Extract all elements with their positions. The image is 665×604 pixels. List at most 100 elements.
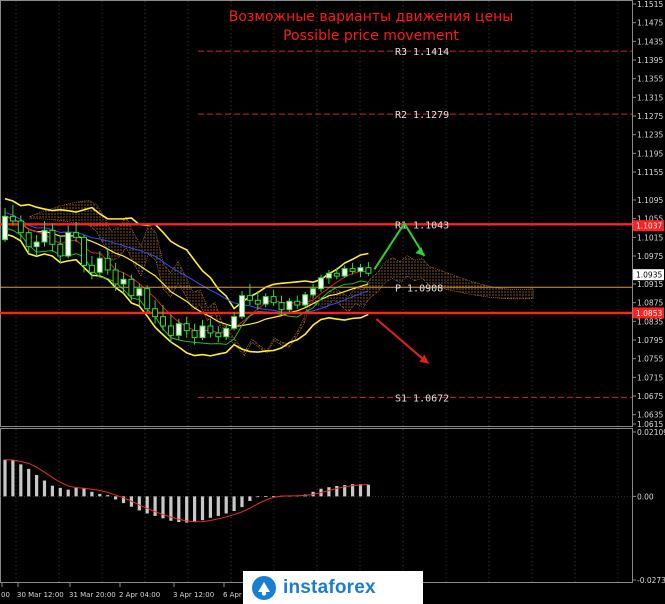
oscillator-bar <box>27 468 31 497</box>
instaforex-watermark: instaforex <box>243 571 423 604</box>
candle-body <box>2 215 8 241</box>
candle-body <box>88 264 95 273</box>
candle-body <box>9 215 16 222</box>
level-label-r3: R3 1.1414 <box>395 47 449 58</box>
candle-body <box>73 232 80 238</box>
price-tick-label: 1.0915 <box>637 280 663 289</box>
watermark-text: instaforex <box>283 576 376 598</box>
oscillator-bar <box>82 488 86 497</box>
candle-body <box>246 295 253 301</box>
candle-body <box>207 325 214 334</box>
oscillator-panel: 0.02109 0.00 -0.02739 <box>0 428 665 585</box>
oscillator-bar <box>366 484 370 497</box>
oscillator-bar <box>200 496 205 521</box>
candle-body <box>325 272 332 279</box>
candle-body <box>136 288 143 297</box>
chart-grid <box>0 0 633 583</box>
price-axis: 1.1515 1.1475 1.1435 1.1395 1.1355 1.1315 1.12… <box>632 0 663 429</box>
price-tag-label: 1.1037 <box>636 222 662 231</box>
chart-canvas: R3 1.1414R2 1.1279R1 1.1043P 1.0908S1 1.… <box>0 0 665 599</box>
down-arrow <box>375 318 428 363</box>
oscillator-bar <box>327 487 331 497</box>
oscillator-bar <box>3 459 7 497</box>
candle-body <box>96 257 103 273</box>
candle-body <box>33 241 40 248</box>
price-tick-label: 1.1435 <box>637 37 663 46</box>
oscillator-bar <box>240 496 244 508</box>
oscillator-bar <box>177 496 181 523</box>
time-tick-label: 2 Apr 04:00 <box>119 591 160 599</box>
candle-body <box>239 295 245 318</box>
instaforex-logo-icon <box>252 575 276 600</box>
oscillator-bar <box>248 496 252 501</box>
time-tick-label: 3 Apr 12:00 <box>173 591 214 599</box>
candle-body <box>341 268 348 277</box>
oscillator-bar <box>19 464 23 497</box>
candle-body <box>104 257 111 271</box>
candle-body <box>152 308 159 318</box>
candle-body <box>128 278 135 297</box>
price-tick-label: 1.1095 <box>637 196 663 205</box>
oscillator-bar <box>216 496 220 516</box>
candle-body <box>310 288 317 296</box>
price-tick-label: 1.0975 <box>637 252 663 261</box>
candle-body <box>167 325 174 336</box>
price-tick-label: 1.1355 <box>637 75 663 84</box>
time-tick-label: 6 Apr <box>223 591 242 599</box>
candle-body <box>215 332 222 338</box>
candle-body <box>183 323 190 332</box>
price-tick-label: 1.0755 <box>637 355 663 364</box>
level-label-s1: S1 1.0672 <box>395 393 449 404</box>
candle-body <box>17 220 24 234</box>
moving-average-red <box>4 215 369 334</box>
price-tick-label: 1.0795 <box>637 336 663 345</box>
oscillator-bar <box>11 460 15 497</box>
oscillator-bar <box>193 496 197 522</box>
candle-body <box>286 300 293 311</box>
price-tick-label: 1.1395 <box>637 56 663 65</box>
candle-body <box>144 288 151 310</box>
candle-body <box>254 299 261 305</box>
oscillator-tick-label: 0.02109 <box>637 428 665 437</box>
candle-body <box>41 229 48 243</box>
candle-body <box>49 229 56 245</box>
candle-body <box>349 268 356 272</box>
candle-body <box>318 277 324 290</box>
candle-body <box>231 316 238 329</box>
candle-body <box>223 327 230 338</box>
price-tag-label: 1.0853 <box>636 309 662 318</box>
oscillator-bar <box>185 496 189 523</box>
price-tick-label: 1.1315 <box>637 93 663 102</box>
candle-body <box>57 243 64 257</box>
candle-body <box>302 294 309 306</box>
oscillator-bar <box>264 496 268 497</box>
oscillator-bar <box>98 493 102 497</box>
price-tick-label: 1.1515 <box>637 0 663 9</box>
oscillator-bar <box>145 496 149 514</box>
price-tag-label: 1.0935 <box>636 271 662 280</box>
level-label-p: P 1.0908 <box>395 283 443 294</box>
price-tick-label: 1.0675 <box>637 392 663 401</box>
candle-body <box>25 232 32 248</box>
price-tick-label: 1.0835 <box>637 317 663 326</box>
oscillator-bar <box>74 487 78 497</box>
time-tick-label: 00 <box>1 591 10 599</box>
price-tick-label: 1.1015 <box>637 233 663 242</box>
oscillator-tick-label: -0.02739 <box>637 576 665 585</box>
oscillator-bar <box>114 496 118 500</box>
candle-body <box>191 330 198 339</box>
chart-titles: Возможные варианты движения цены Possibl… <box>229 9 514 44</box>
oscillator-bar <box>50 485 54 497</box>
oscillator-bar <box>358 484 363 497</box>
candle-body <box>160 316 166 327</box>
chart-subtitle: Possible price movement <box>283 28 459 44</box>
candle-body <box>81 236 87 266</box>
oscillator-bar <box>256 496 260 498</box>
price-tick-label: 1.1475 <box>637 19 663 28</box>
time-tick-label: 31 Mar 20:00 <box>69 591 116 599</box>
middle-band <box>4 215 369 328</box>
chart-title: Возможные варианты движения цены <box>229 9 514 25</box>
price-tick-label: 1.0875 <box>637 299 663 308</box>
price-tick-label: 1.0715 <box>637 373 663 382</box>
candle-body <box>365 267 372 274</box>
